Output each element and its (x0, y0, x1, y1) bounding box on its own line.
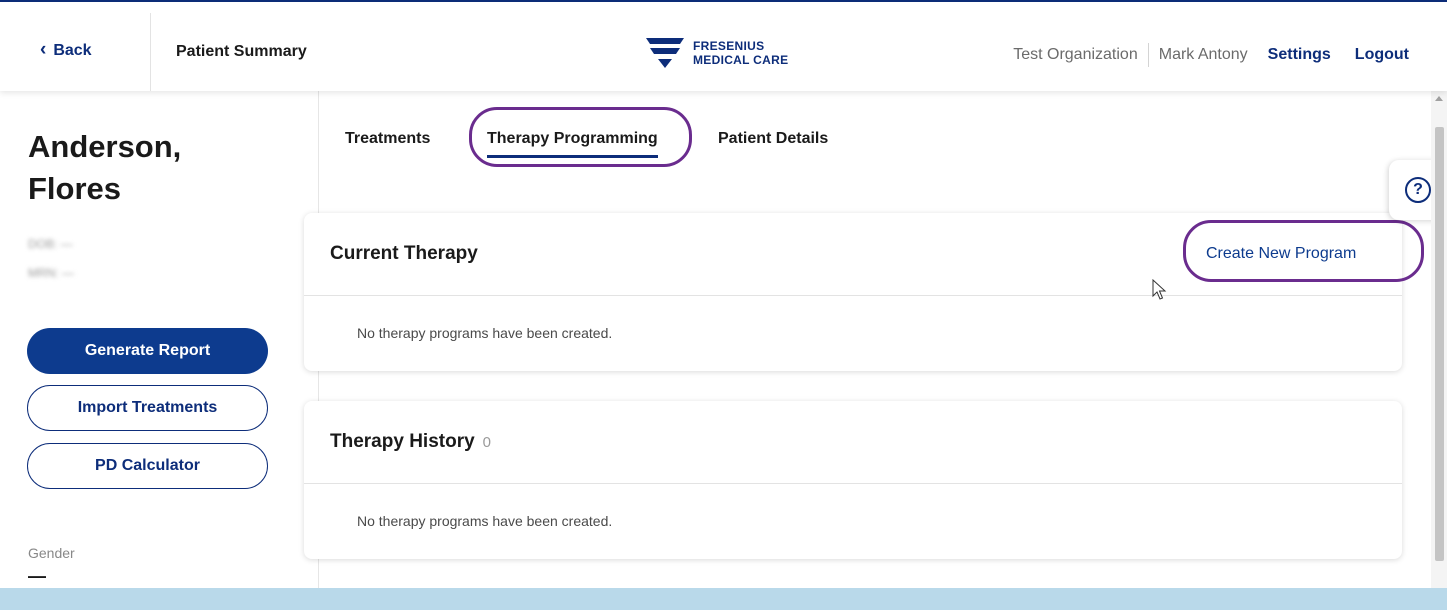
logo-text-line2: MEDICAL CARE (693, 53, 789, 67)
patient-sidebar: Anderson, Flores DOB: — MRN: — Generate … (0, 91, 319, 588)
generate-report-button[interactable]: Generate Report (27, 328, 268, 374)
fresenius-logo-icon (646, 38, 684, 68)
user-name: Mark Antony (1158, 46, 1248, 63)
tab-treatments[interactable]: Treatments (345, 130, 430, 148)
header-separator (1147, 43, 1149, 67)
logo-text-line1: FRESENIUS (693, 39, 765, 53)
current-therapy-empty-text: No therapy programs have been created. (357, 325, 613, 341)
help-icon: ? (1405, 177, 1431, 203)
import-treatments-button[interactable]: Import Treatments (27, 385, 268, 431)
therapy-history-title: Therapy History (330, 431, 475, 452)
therapy-history-empty-text: No therapy programs have been created. (357, 513, 613, 529)
therapy-history-count: 0 (482, 434, 491, 451)
header-divider (150, 13, 151, 91)
mouse-cursor-icon (1152, 279, 1167, 300)
page-title: Patient Summary (176, 43, 307, 60)
patient-dob: DOB: — (28, 237, 73, 251)
current-therapy-title: Current Therapy (330, 243, 478, 264)
tab-patient-details[interactable]: Patient Details (718, 130, 828, 148)
settings-link[interactable]: Settings (1268, 46, 1331, 64)
patient-first-name: Flores (28, 171, 122, 206)
therapy-history-header: Therapy History 0 (304, 401, 1402, 484)
app-header: ‹ Back Patient Summary FRESENIUS MEDICAL… (0, 2, 1447, 91)
fresenius-logo: FRESENIUS MEDICAL CARE (645, 36, 788, 72)
therapy-history-card: Therapy History 0 No therapy programs hav… (304, 401, 1402, 559)
chevron-left-icon: ‹ (40, 39, 47, 60)
bottom-bar (0, 588, 1447, 610)
back-button[interactable]: ‹ Back (40, 39, 92, 60)
organization-name: Test Organization (1013, 46, 1138, 63)
tab-highlight-annotation (469, 107, 692, 167)
logout-link[interactable]: Logout (1355, 46, 1409, 64)
patient-last-name: Anderson, (28, 129, 182, 164)
scrollbar-thumb[interactable] (1435, 127, 1444, 561)
patient-mrn: MRN: — (28, 266, 74, 280)
pd-calculator-button[interactable]: PD Calculator (27, 443, 268, 489)
patient-name: Anderson, Flores (28, 126, 298, 210)
vertical-scrollbar[interactable] (1431, 91, 1447, 588)
back-label: Back (53, 42, 92, 59)
header-user-area: Test Organization Mark Antony Settings L… (1013, 43, 1409, 67)
therapy-history-title-group: Therapy History 0 (330, 431, 491, 453)
gender-value: — (28, 566, 46, 586)
create-program-highlight-annotation (1183, 220, 1424, 282)
gender-label: Gender (28, 545, 75, 561)
scroll-up-arrow-icon[interactable] (1435, 96, 1443, 101)
